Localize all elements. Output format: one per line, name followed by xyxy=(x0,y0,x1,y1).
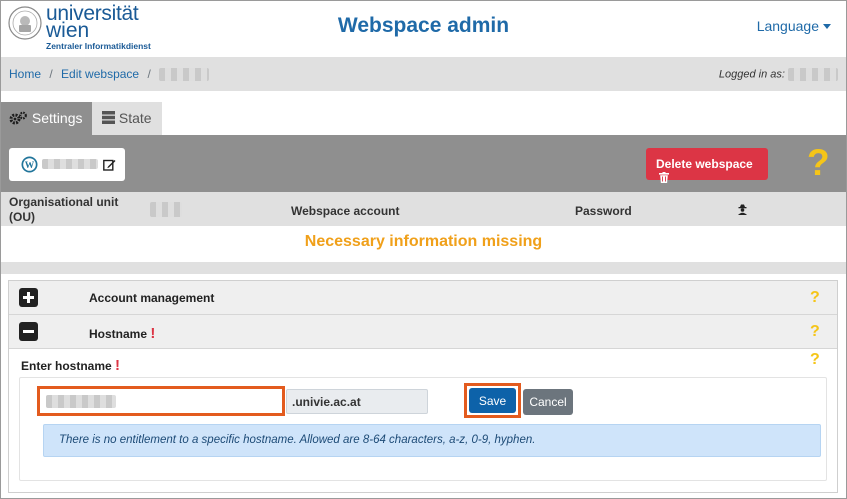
cogs-icon xyxy=(9,111,27,125)
section-divider xyxy=(1,262,846,274)
minus-square-icon[interactable] xyxy=(19,322,38,341)
logged-in-label: Logged in as: xyxy=(718,68,785,81)
redacted-hostname-value xyxy=(46,395,116,408)
server-icon xyxy=(102,111,115,124)
tab-state[interactable]: State xyxy=(92,102,162,135)
logged-in-indicator: Logged in as: xyxy=(719,68,838,81)
accordion-hostname[interactable]: Hostname ! ? xyxy=(9,315,837,349)
page-header: universität wien Zentraler Informatikdie… xyxy=(0,0,847,57)
save-button[interactable]: Save xyxy=(469,388,516,413)
hostname-form: .univie.ac.at Save Cancel There is no en… xyxy=(19,377,827,481)
enter-hostname-label: Enter hostname ! xyxy=(21,357,120,374)
delete-webspace-button[interactable]: Delete webspace xyxy=(646,148,768,183)
trash-icon xyxy=(659,172,669,183)
accordion-account-management[interactable]: Account management ? xyxy=(9,281,837,315)
breadcrumb-bar: Home / Edit webspace / Logged in as: xyxy=(1,57,846,91)
breadcrumb-home[interactable]: Home xyxy=(9,67,41,81)
cancel-button[interactable]: Cancel xyxy=(523,389,573,415)
caret-down-icon xyxy=(823,24,831,29)
plus-square-icon[interactable] xyxy=(19,288,38,307)
breadcrumb-separator: / xyxy=(49,67,53,81)
enter-hostname-text: Enter hostname xyxy=(21,359,112,373)
save-highlight: Save xyxy=(464,383,521,418)
question-mark-icon[interactable]: ? xyxy=(810,323,820,341)
logo-subtitle: Zentraler Informatikdienst xyxy=(46,41,151,51)
webspace-account-label: Webspace account xyxy=(291,204,400,218)
breadcrumb: Home / Edit webspace / xyxy=(9,67,210,82)
question-mark-icon[interactable]: ? xyxy=(810,289,820,307)
settings-accordion: Account management ? Hostname ! ? Enter … xyxy=(8,280,838,493)
ou-label: Organisational unit (OU) xyxy=(9,195,119,224)
user-secret-icon[interactable] xyxy=(737,204,748,215)
webspace-name-box[interactable]: W xyxy=(9,148,125,181)
tab-settings[interactable]: Settings xyxy=(1,102,92,135)
hostname-label: Hostname ! xyxy=(89,325,155,342)
password-label: Password xyxy=(575,204,632,218)
webspace-info-row: Organisational unit (OU) Webspace accoun… xyxy=(1,192,846,226)
exclamation-icon: ! xyxy=(150,325,156,342)
language-dropdown[interactable]: Language xyxy=(757,18,831,34)
svg-text:W: W xyxy=(25,161,35,171)
help-question-icon[interactable]: ? xyxy=(807,143,830,183)
edit-icon[interactable] xyxy=(103,158,116,171)
webspace-toolbar: W Delete webspace ? xyxy=(1,135,846,192)
redacted-username xyxy=(788,68,838,81)
account-management-label: Account management xyxy=(89,291,215,305)
tab-settings-label: Settings xyxy=(31,110,83,126)
redacted-webspace-name xyxy=(159,68,210,82)
wordpress-icon: W xyxy=(21,156,38,173)
hostname-suffix: .univie.ac.at xyxy=(286,389,428,414)
hostname-info-alert: There is no entitlement to a specific ho… xyxy=(43,424,821,457)
breadcrumb-separator: / xyxy=(147,67,151,81)
missing-info-warning: Necessary information missing xyxy=(304,233,543,250)
redacted-ou-value xyxy=(150,202,182,217)
hostname-label-text: Hostname xyxy=(89,327,148,341)
hostname-input[interactable] xyxy=(37,386,285,416)
exclamation-icon: ! xyxy=(115,357,121,374)
language-label: Language xyxy=(756,18,819,34)
redacted-webspace-name xyxy=(42,159,98,169)
page-title: Webspace admin xyxy=(337,14,510,37)
question-mark-icon[interactable]: ? xyxy=(810,351,820,369)
delete-webspace-label: Delete webspace xyxy=(656,157,753,171)
tab-state-label: State xyxy=(118,110,152,126)
breadcrumb-edit-webspace[interactable]: Edit webspace xyxy=(61,67,139,81)
